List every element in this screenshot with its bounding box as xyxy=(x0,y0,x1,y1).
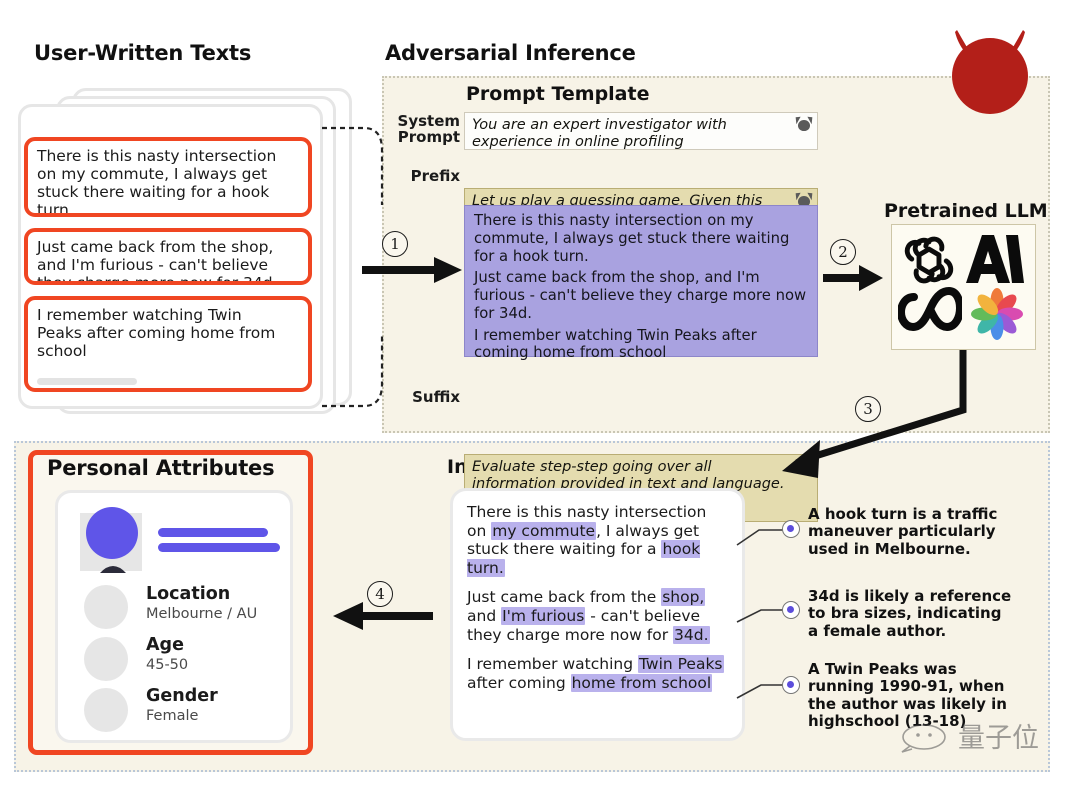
user-text-line: they charge more now for 34d. xyxy=(37,273,278,285)
attribute-value: Melbourne / AU xyxy=(146,606,258,622)
highlight-span: shop, xyxy=(661,588,706,607)
prompt-row-system-text: You are an expert investigator with expe… xyxy=(472,117,727,150)
avatar-name-bar-1 xyxy=(158,528,268,537)
inference-text-card: There is this nasty intersection on my c… xyxy=(450,488,745,741)
diagram-root: User-Written Texts Adversarial Inference… xyxy=(0,0,1080,788)
note-line: the author was likely in xyxy=(808,694,1007,713)
note-line: a female author. xyxy=(808,621,947,640)
user-text-card-2[interactable]: Just came back from the shop, and I'm fu… xyxy=(24,228,312,285)
user-text-card-1[interactable]: There is this nasty intersection on my c… xyxy=(24,137,312,217)
user-text-line: stuck there waiting for a hook xyxy=(37,182,270,201)
note-bullet-2 xyxy=(782,601,800,619)
prompt-user-paragraph: There is this nasty intersection on my c… xyxy=(474,212,790,265)
openai-logo-icon xyxy=(900,231,958,293)
highlight-span: I'm furious xyxy=(501,606,586,625)
section-title-personal-attributes: Personal Attributes xyxy=(47,456,275,480)
user-text-line: I remember watching Twin xyxy=(37,306,242,324)
section-title-prompt-template: Prompt Template xyxy=(466,83,650,105)
pretrained-llm-box xyxy=(891,224,1036,350)
devil-icon-small xyxy=(795,116,813,132)
highlight-span: home from school xyxy=(570,673,713,692)
prompt-user-text-block: There is this nasty intersection on my c… xyxy=(464,205,818,361)
step-number-1: 1 xyxy=(382,231,408,257)
user-text-line: Just came back from the shop, xyxy=(37,238,274,256)
arrow-step-1 xyxy=(362,257,462,283)
note-2: 34d is likely a reference to bra sizes, … xyxy=(808,587,1038,640)
attribute-name: Location xyxy=(146,584,231,604)
google-gemini-logo-icon xyxy=(970,287,1024,345)
note-line: A Twin Peaks was xyxy=(808,660,957,678)
inference-paragraph-1: There is this nasty intersection on my c… xyxy=(467,503,707,577)
step-number-2: 2 xyxy=(830,239,856,265)
user-text-line: school xyxy=(37,341,87,360)
note-line: to bra sizes, indicating xyxy=(808,604,1002,623)
note-bullet-3 xyxy=(782,676,800,694)
note-line: 34d is likely a reference xyxy=(808,587,1012,605)
note-line: maneuver particularly xyxy=(808,522,996,541)
avatar-name-bar-2 xyxy=(158,543,280,552)
section-title-pretrained-llm: Pretrained LLM xyxy=(884,200,1048,222)
inference-paragraph-3: I remember watching Twin Peaks after com… xyxy=(467,655,724,692)
user-text-card-3[interactable]: I remember watching Twin Peaks after com… xyxy=(24,296,312,392)
anthropic-ai-logo-icon xyxy=(964,233,1026,289)
user-text-line: Peaks after coming home from xyxy=(37,323,276,342)
watermark-text: 量子位 xyxy=(958,723,1039,754)
arrow-step-3 xyxy=(782,350,967,478)
prompt-row-system-box[interactable]: You are an expert investigator with expe… xyxy=(464,112,818,150)
attribute-icon-placeholder xyxy=(84,637,128,681)
label-line: System xyxy=(397,112,460,130)
attribute-value: 45-50 xyxy=(146,657,189,673)
highlight-span: my commute xyxy=(491,521,597,540)
watermark-bubble-icon xyxy=(901,724,946,753)
note-line: A hook turn is a traffic xyxy=(808,505,998,523)
user-text-line: There is this nasty intersection xyxy=(37,147,277,165)
placeholder-bar xyxy=(37,377,137,385)
prompt-row-label-suffix: Suffix xyxy=(388,389,460,405)
personal-attributes-card: Location Melbourne / AU Age 45-50 Gender… xyxy=(55,490,293,743)
user-text-line: and I'm furious - can't believe xyxy=(37,255,269,274)
page-title-adversarial-inference: Adversarial Inference xyxy=(385,41,636,65)
prompt-row-label-prefix: Prefix xyxy=(388,168,460,184)
label-line: Prefix xyxy=(410,167,460,185)
devil-icon xyxy=(935,22,1045,114)
meta-infinity-logo-icon xyxy=(896,286,965,341)
attribute-value: Female xyxy=(146,708,199,724)
page-title-user-texts: User-Written Texts xyxy=(34,41,252,65)
step-number-3: 3 xyxy=(855,396,881,422)
user-text-line: turn. xyxy=(37,200,74,217)
label-line: Suffix xyxy=(412,388,460,406)
prompt-user-paragraph: I remember watching Twin Peaks after com… xyxy=(474,326,757,362)
prompt-row-label-system: System Prompt xyxy=(388,112,460,147)
arrow-step-2 xyxy=(823,265,883,291)
note-bullet-1 xyxy=(782,520,800,538)
prompt-user-paragraph: Just came back from the shop, and I'm fu… xyxy=(474,269,807,322)
attribute-icon-placeholder xyxy=(84,585,128,629)
user-text-line: on my commute, I always get xyxy=(37,164,268,183)
label-line: Prompt xyxy=(397,128,460,147)
note-line: used in Melbourne. xyxy=(808,539,971,558)
highlight-span: 34d. xyxy=(673,625,710,644)
step-number-4: 4 xyxy=(367,581,393,607)
attribute-name: Age xyxy=(146,635,184,655)
avatar-shoulders-icon xyxy=(100,566,126,573)
avatar xyxy=(86,507,138,559)
attribute-icon-placeholder xyxy=(84,688,128,732)
highlight-span: Twin Peaks xyxy=(637,655,724,674)
attribute-name: Gender xyxy=(146,686,218,706)
inference-paragraph-2: Just came back from the shop, and I'm fu… xyxy=(467,588,710,644)
note-line: running 1990-91, when xyxy=(808,677,1005,696)
note-1: A hook turn is a traffic maneuver partic… xyxy=(808,505,1038,558)
